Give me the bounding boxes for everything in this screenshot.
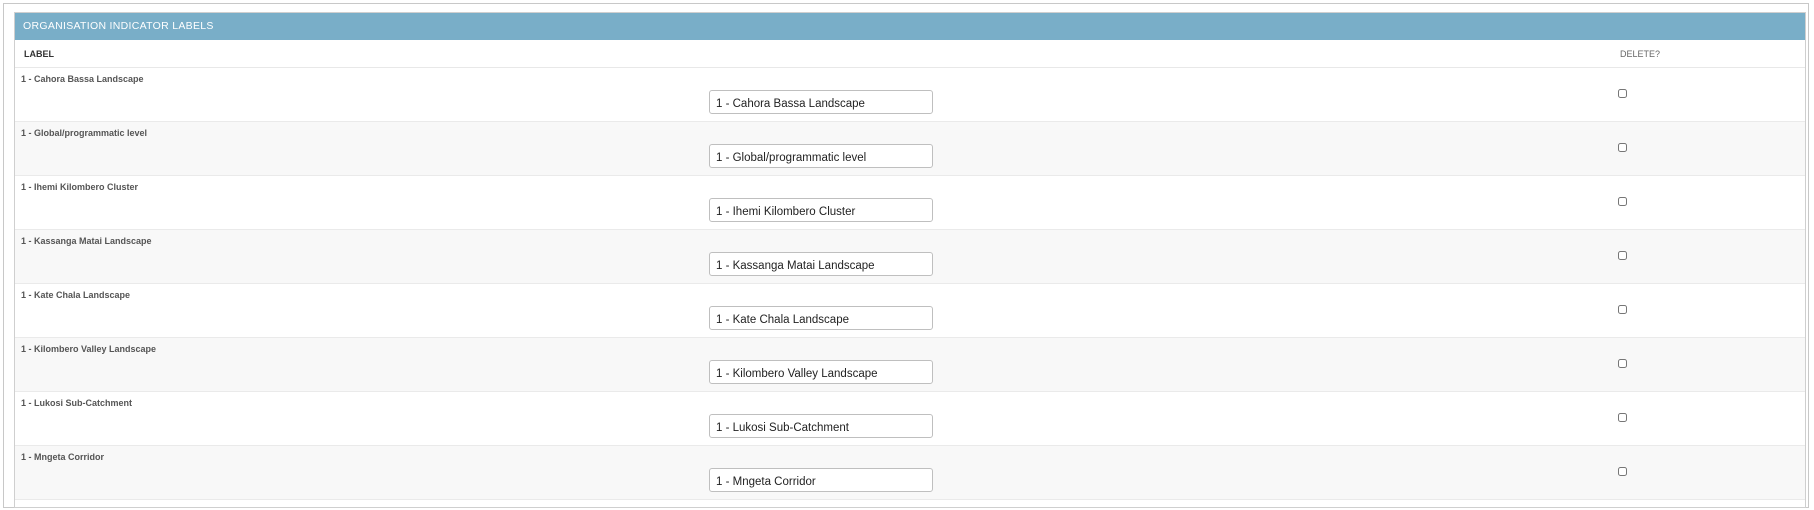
- row-label: 1 - Lukosi Sub-Catchment: [21, 398, 133, 408]
- row-label: 1 - Kilombero Valley Landscape: [21, 344, 157, 354]
- delete-checkbox[interactable]: [1618, 143, 1627, 152]
- label-input[interactable]: [709, 90, 933, 114]
- inline-module-organisation-indicator-labels: ORGANISATION INDICATOR LABELS LABEL DELE…: [14, 12, 1806, 508]
- table-row: 1 - Mngeta Corridor: [15, 446, 1805, 500]
- delete-checkbox[interactable]: [1618, 197, 1627, 206]
- delete-checkbox[interactable]: [1618, 467, 1627, 476]
- row-label: 1 - Kassanga Matai Landscape: [21, 236, 152, 246]
- label-input[interactable]: [709, 360, 933, 384]
- delete-checkbox[interactable]: [1618, 89, 1627, 98]
- row-label: 1 - Global/programmatic level: [21, 128, 148, 138]
- label-input[interactable]: [709, 414, 933, 438]
- module-header: ORGANISATION INDICATOR LABELS: [15, 13, 1805, 40]
- label-input[interactable]: [709, 144, 933, 168]
- label-input[interactable]: [709, 468, 933, 492]
- label-input[interactable]: [709, 198, 933, 222]
- column-header-row: LABEL DELETE?: [15, 40, 1805, 68]
- page-frame: ORGANISATION INDICATOR LABELS LABEL DELE…: [3, 3, 1809, 508]
- row-label: 1 - Kate Chala Landscape: [21, 290, 131, 300]
- table-row: 1 - Kate Chala Landscape: [15, 284, 1805, 338]
- label-input[interactable]: [709, 252, 933, 276]
- row-label: 1 - Mngeta Corridor: [21, 452, 105, 462]
- table-row: 1 - Lukosi Sub-Catchment: [15, 392, 1805, 446]
- table-row: 1 - Ihemi Kilombero Cluster: [15, 176, 1805, 230]
- column-header-label: LABEL: [24, 49, 54, 59]
- row-label: 1 - Ihemi Kilombero Cluster: [21, 182, 139, 192]
- label-input[interactable]: [709, 306, 933, 330]
- inline-rows: 1 - Cahora Bassa Landscape 1 - Global/pr…: [15, 68, 1805, 500]
- delete-checkbox[interactable]: [1618, 251, 1627, 260]
- table-row: 1 - Kilombero Valley Landscape: [15, 338, 1805, 392]
- delete-checkbox[interactable]: [1618, 413, 1627, 422]
- column-header-delete: DELETE?: [1620, 49, 1661, 59]
- row-label: 1 - Cahora Bassa Landscape: [21, 74, 144, 84]
- table-row: 1 - Global/programmatic level: [15, 122, 1805, 176]
- delete-checkbox[interactable]: [1618, 305, 1627, 314]
- delete-checkbox[interactable]: [1618, 359, 1627, 368]
- table-row: 1 - Kassanga Matai Landscape: [15, 230, 1805, 284]
- table-row: 1 - Cahora Bassa Landscape: [15, 68, 1805, 122]
